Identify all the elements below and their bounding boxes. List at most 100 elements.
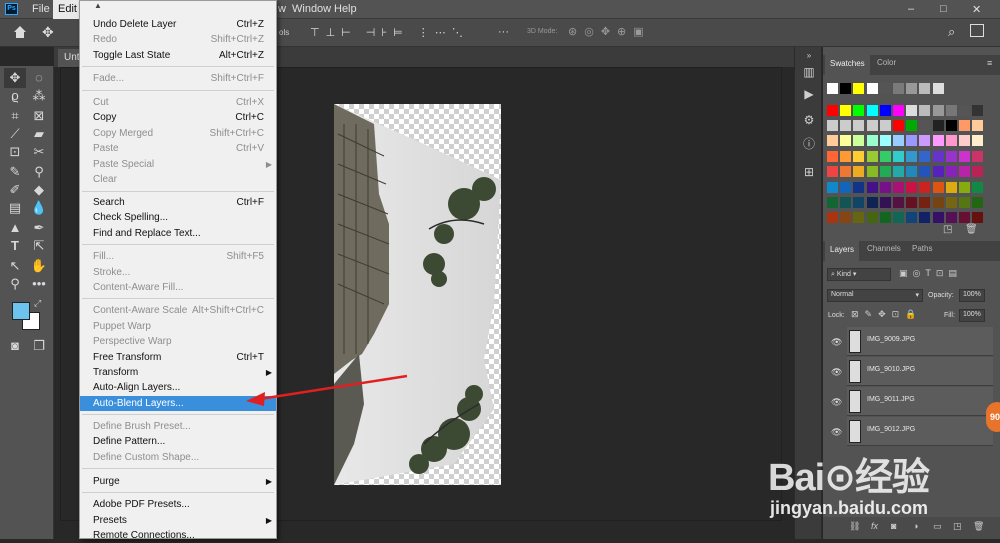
- color-swatch[interactable]: [959, 135, 970, 146]
- color-swatch[interactable]: [879, 120, 891, 131]
- color-swatch[interactable]: [893, 197, 904, 208]
- color-swatch[interactable]: [866, 151, 878, 162]
- menu-item-toggle-last-state[interactable]: Toggle Last State Alt+Ctrl+Z: [80, 48, 276, 63]
- color-swatch[interactable]: [827, 182, 838, 193]
- menu-item-undo[interactable]: Undo Delete Layer Ctrl+Z: [80, 17, 276, 32]
- color-swatch[interactable]: [932, 151, 944, 162]
- menu-item-check-spelling[interactable]: Check Spelling...: [80, 210, 276, 225]
- home-icon[interactable]: [12, 24, 28, 40]
- panorama-canvas[interactable]: [334, 104, 501, 485]
- blur-tool-icon[interactable]: 💧: [28, 198, 50, 218]
- frame-icon[interactable]: ⊡: [4, 142, 26, 162]
- menu-item-transform[interactable]: Transform ▶: [80, 365, 276, 380]
- color-swatch[interactable]: [919, 212, 931, 223]
- panel-menu-icon[interactable]: ≡: [987, 58, 992, 68]
- color-swatch[interactable]: [879, 135, 891, 146]
- menu-item-perspective-warp[interactable]: Perspective Warp: [80, 334, 276, 349]
- color-swatch[interactable]: [945, 135, 957, 146]
- color-swatch[interactable]: [919, 105, 931, 116]
- visibility-eye-icon[interactable]: 👁: [831, 367, 842, 378]
- color-swatch[interactable]: [840, 105, 852, 116]
- color-swatch[interactable]: [840, 151, 852, 162]
- visibility-eye-icon[interactable]: 👁: [831, 397, 842, 408]
- color-swatch[interactable]: [879, 212, 891, 223]
- menu-item-copy-merged[interactable]: Copy Merged Shift+Ctrl+C: [80, 126, 276, 141]
- color-swatch[interactable]: [893, 166, 904, 177]
- color-swatch[interactable]: [932, 212, 944, 223]
- menu-help[interactable]: Help: [334, 3, 357, 15]
- tab-color[interactable]: Color: [877, 58, 896, 67]
- visibility-eye-icon[interactable]: 👁: [831, 337, 842, 348]
- layer-row[interactable]: IMG_9009.JPG: [847, 327, 993, 356]
- color-swatch[interactable]: [906, 120, 918, 131]
- menu-item-define-custom-shape[interactable]: Define Custom Shape...: [80, 450, 276, 465]
- hand-tool-icon[interactable]: ✋: [28, 256, 50, 276]
- more-options-icon[interactable]: ···: [498, 26, 509, 38]
- direct-select-icon[interactable]: ↖: [4, 256, 26, 276]
- color-swatch[interactable]: [840, 212, 852, 223]
- color-swatch[interactable]: [972, 105, 984, 116]
- lasso-tool-icon[interactable]: ϱ: [4, 86, 26, 106]
- color-swatch[interactable]: [840, 135, 852, 146]
- color-swatch[interactable]: [893, 105, 904, 116]
- menu-item-redo[interactable]: Redo Shift+Ctrl+Z: [80, 32, 276, 47]
- color-swatch[interactable]: [879, 151, 891, 162]
- color-swatch[interactable]: [932, 166, 944, 177]
- menu-window[interactable]: Window: [292, 3, 331, 15]
- menu-view[interactable]: w: [278, 3, 286, 15]
- menu-item-presets[interactable]: Presets ▶: [80, 513, 276, 528]
- color-swatch[interactable]: [827, 212, 838, 223]
- color-swatch[interactable]: [893, 182, 904, 193]
- color-swatch[interactable]: [866, 182, 878, 193]
- color-swatch[interactable]: [840, 120, 852, 131]
- menu-edit[interactable]: Edit: [53, 0, 82, 19]
- fill-input[interactable]: 100%: [959, 309, 985, 322]
- color-swatch[interactable]: [879, 197, 891, 208]
- color-swatch[interactable]: [853, 135, 865, 146]
- pen-tool-icon[interactable]: ✒: [28, 218, 50, 238]
- color-swatch[interactable]: [906, 151, 918, 162]
- gradient-tool-icon[interactable]: ▤: [4, 198, 26, 218]
- 3d-icons[interactable]: ⊛◎✥⊕▣: [568, 25, 651, 38]
- opacity-input[interactable]: 100%: [959, 289, 985, 302]
- close-button[interactable]: ✕: [972, 3, 981, 16]
- color-swatch[interactable]: [879, 83, 891, 94]
- menu-item-clear[interactable]: Clear: [80, 172, 276, 187]
- magic-wand-icon[interactable]: ⁂: [28, 86, 50, 106]
- color-swatch[interactable]: [853, 197, 865, 208]
- color-swatch[interactable]: [945, 105, 957, 116]
- color-swatch[interactable]: [932, 120, 944, 131]
- color-swatch[interactable]: [827, 120, 838, 131]
- color-swatch[interactable]: [853, 182, 865, 193]
- color-swatch[interactable]: [906, 212, 918, 223]
- color-swatch[interactable]: [893, 135, 904, 146]
- menu-item-copy[interactable]: Copy Ctrl+C: [80, 110, 276, 125]
- visibility-eye-icon[interactable]: 👁: [831, 427, 842, 438]
- color-swatch[interactable]: [866, 197, 878, 208]
- healing-brush-icon[interactable]: ▰: [28, 124, 50, 144]
- color-swatch[interactable]: [932, 197, 944, 208]
- zoom-tool-icon[interactable]: ⚲: [4, 274, 26, 294]
- properties-icon[interactable]: ⚙: [799, 111, 819, 129]
- align-icons[interactable]: ⊤⊥⊢ ⊣⊦⊨ ⋮⋯⋱: [310, 26, 469, 39]
- lock-icons[interactable]: ⊠✎✥⊡🔒: [851, 309, 922, 320]
- quick-mask-icon[interactable]: ◙: [4, 336, 26, 356]
- tab-channels[interactable]: Channels: [867, 244, 901, 253]
- libraries-icon[interactable]: ⊞: [799, 163, 819, 181]
- tab-swatches[interactable]: Swatches: [825, 55, 870, 75]
- dodge-tool-icon[interactable]: ▲: [4, 218, 26, 238]
- blend-mode-select[interactable]: Normal ▾: [827, 289, 923, 302]
- color-swatch[interactable]: [906, 182, 918, 193]
- color-swatch[interactable]: [906, 83, 918, 94]
- color-swatch[interactable]: [906, 197, 918, 208]
- color-swatch[interactable]: [853, 166, 865, 177]
- color-swatch[interactable]: [893, 212, 904, 223]
- move-tool-icon[interactable]: ✥: [42, 24, 54, 41]
- color-swatch[interactable]: [972, 135, 984, 146]
- new-swatch-icon[interactable]: ◳: [943, 224, 952, 235]
- color-swatch[interactable]: [919, 182, 931, 193]
- delete-swatch-icon[interactable]: 🗑: [965, 224, 978, 235]
- history-brush-icon[interactable]: ✐: [4, 180, 26, 200]
- color-swatch[interactable]: [945, 212, 957, 223]
- color-swatch[interactable]: [932, 83, 944, 94]
